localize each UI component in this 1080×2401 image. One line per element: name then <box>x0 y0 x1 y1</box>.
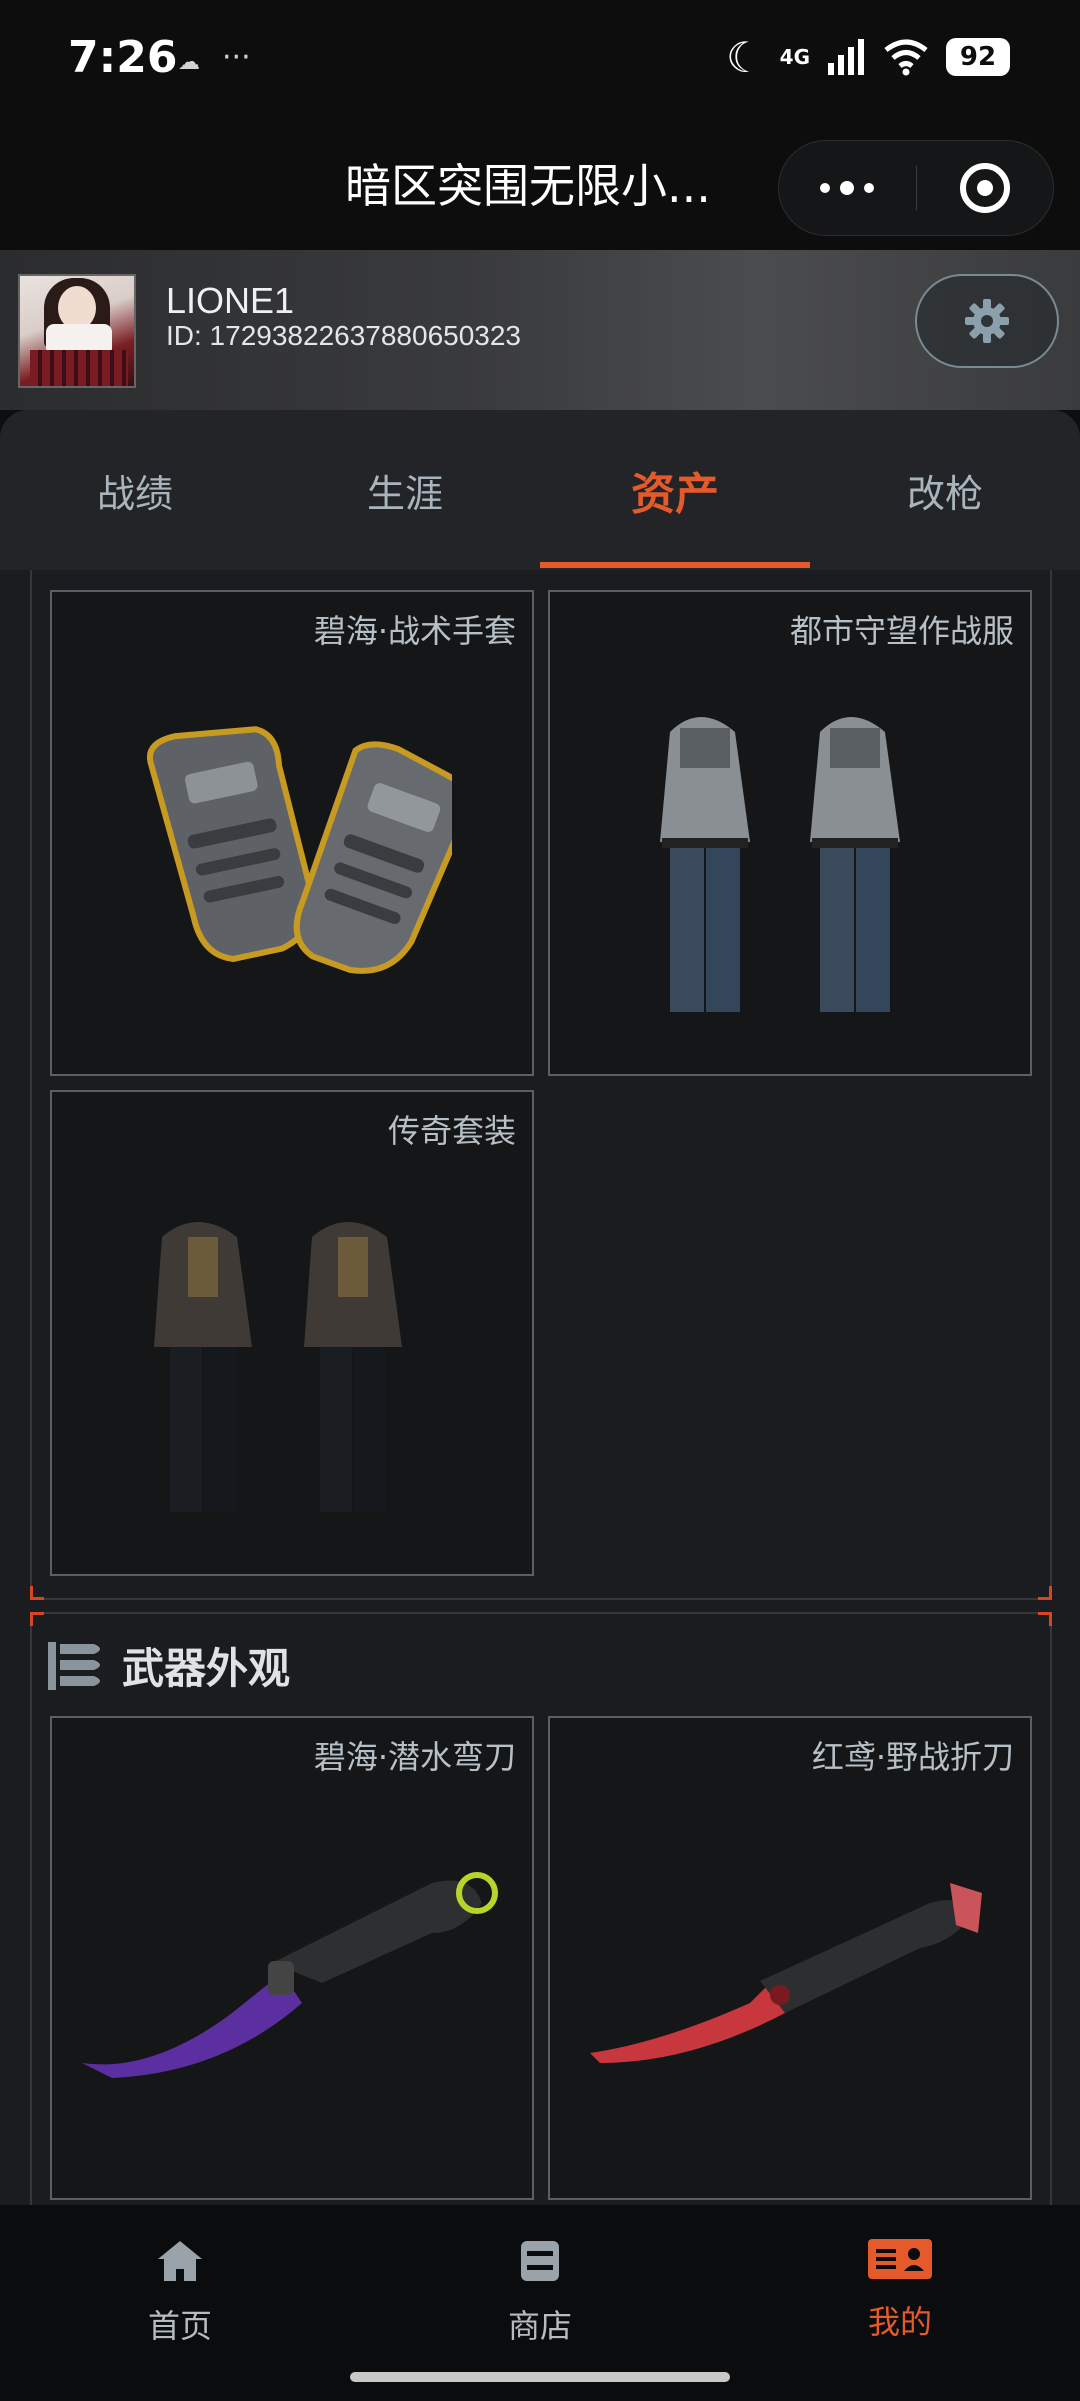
profile-card-icon <box>868 2239 932 2279</box>
status-bar: 7:26 ☁ ··· ☾ 4G 92 <box>0 0 1080 120</box>
close-miniprogram-button[interactable] <box>917 141 1054 235</box>
cloud-icon: ☁ <box>178 50 200 75</box>
tab-assets[interactable]: 资产 <box>540 410 810 570</box>
tab-bar: 战绩 生涯 资产 改枪 <box>0 410 1080 570</box>
settings-button[interactable] <box>915 274 1059 368</box>
weapon-section-title: 武器外观 <box>122 1644 291 1693</box>
asset-name: 碧海·战术手套 <box>313 612 516 650</box>
target-icon <box>959 163 1010 213</box>
avatar[interactable] <box>18 274 136 388</box>
home-indicator[interactable] <box>350 2372 730 2382</box>
asset-name: 都市守望作战服 <box>789 612 1014 650</box>
wifi-icon <box>884 39 928 76</box>
nav-label: 商店 <box>507 2307 572 2345</box>
purple-knife-icon <box>82 1872 498 2078</box>
weapon-section-header: 武器外观 <box>48 1635 290 1696</box>
asset-name: 红鸢·野战折刀 <box>811 1738 1014 1776</box>
app-header: 暗区突围无限小... <box>0 120 1080 250</box>
legend-suit-icon <box>154 1222 402 1512</box>
nav-label: 我的 <box>867 2303 932 2341</box>
nav-mine[interactable]: 我的 <box>720 2205 1080 2401</box>
tab-stats[interactable]: 战绩 <box>0 410 270 570</box>
bullets-icon <box>48 1641 100 1690</box>
status-time: 7:26 <box>68 32 178 83</box>
page-title: 暗区突围无限小... <box>345 159 711 213</box>
urban-suit-icon <box>660 717 900 1012</box>
asset-name: 传奇套装 <box>387 1112 516 1150</box>
gloves-icon <box>146 726 452 974</box>
more-icon <box>820 181 875 195</box>
moon-icon: ☾ <box>726 32 764 82</box>
profile-banner: LIONE1 ID: 17293822637880650323 <box>0 250 1080 410</box>
nav-home[interactable]: 首页 <box>0 2205 360 2401</box>
capsule-menu <box>778 140 1054 236</box>
asset-card-red-knife[interactable]: 红鸢·野战折刀 <box>548 1716 1032 2200</box>
asset-card-purple-knife[interactable]: 碧海·潜水弯刀 <box>50 1716 534 2200</box>
battery-indicator: 92 <box>946 38 1010 76</box>
status-extra: ··· <box>222 40 251 75</box>
tab-career[interactable]: 生涯 <box>270 410 540 570</box>
username: LIONE1 <box>166 280 295 321</box>
more-button[interactable] <box>779 141 916 235</box>
asset-name: 碧海·潜水弯刀 <box>313 1738 516 1776</box>
tab-gunsmith[interactable]: 改枪 <box>810 410 1080 570</box>
nav-label: 首页 <box>147 2307 212 2345</box>
signal-icon <box>828 39 864 75</box>
network-type: 4G <box>779 45 810 69</box>
red-knife-icon <box>590 1883 982 2063</box>
asset-card-legend-suit[interactable]: 传奇套装 <box>50 1090 534 1576</box>
shop-icon <box>521 2241 559 2281</box>
user-id: ID: 17293822637880650323 <box>166 320 522 351</box>
gear-icon <box>965 299 1009 343</box>
asset-card-gloves[interactable]: 碧海·战术手套 <box>50 590 534 1076</box>
asset-card-urban-suit[interactable]: 都市守望作战服 <box>548 590 1032 1076</box>
home-icon <box>158 2241 202 2281</box>
